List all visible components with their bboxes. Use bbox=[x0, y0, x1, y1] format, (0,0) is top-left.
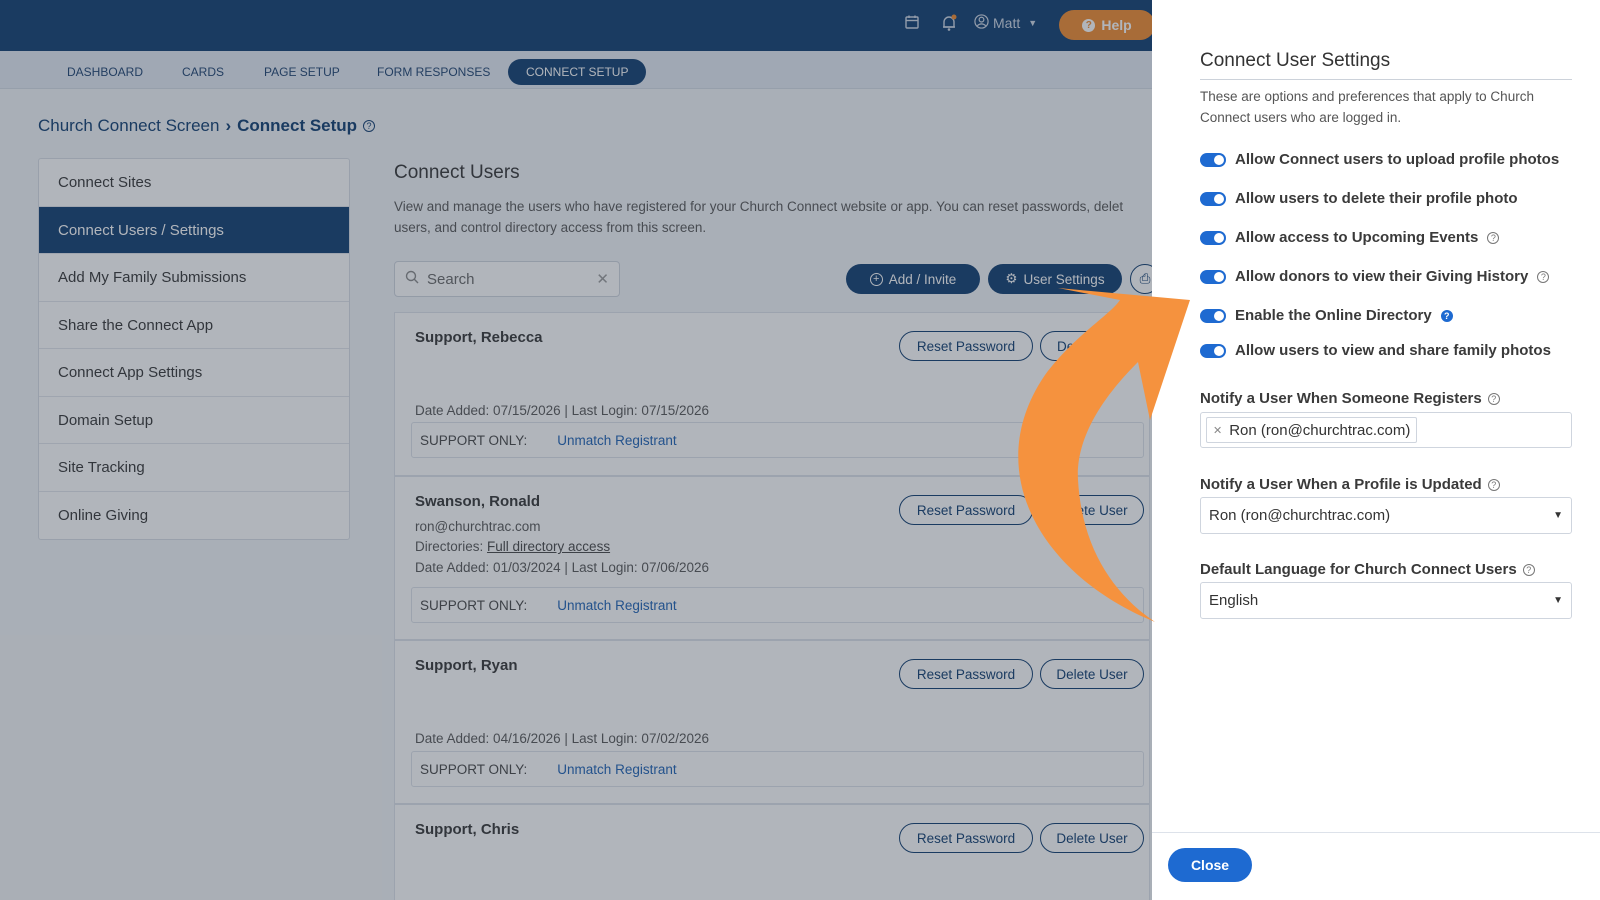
select-value: English bbox=[1209, 592, 1259, 609]
modal-backdrop[interactable] bbox=[0, 0, 1152, 900]
toggle-switch[interactable] bbox=[1200, 343, 1226, 358]
setting-label: Allow users to delete their profile phot… bbox=[1235, 190, 1518, 207]
select-value: Ron (ron@churchtrac.com) bbox=[1209, 507, 1391, 524]
setting-label: Allow donors to view their Giving Histor… bbox=[1235, 268, 1529, 285]
help-circle-icon[interactable]: ? bbox=[1440, 309, 1453, 322]
notify-profile-label: Notify a User When a Profile is Updated … bbox=[1200, 476, 1500, 493]
setting-online-directory[interactable]: Enable the Online Directory ? bbox=[1200, 307, 1453, 324]
notify-profile-select[interactable]: Ron (ron@churchtrac.com) ▼ bbox=[1200, 497, 1572, 534]
help-circle-icon[interactable]: ? bbox=[1537, 270, 1550, 283]
selected-user-tag: ✕ Ron (ron@churchtrac.com) bbox=[1206, 417, 1418, 443]
remove-tag-icon[interactable]: ✕ bbox=[1213, 424, 1222, 437]
setting-giving-history[interactable]: Allow donors to view their Giving Histor… bbox=[1200, 268, 1550, 285]
help-circle-icon[interactable]: ? bbox=[1522, 563, 1535, 576]
caret-down-icon: ▼ bbox=[1553, 595, 1563, 606]
help-circle-icon[interactable]: ? bbox=[1487, 478, 1500, 491]
notify-profile-text: Notify a User When a Profile is Updated bbox=[1200, 476, 1482, 493]
setting-label: Allow users to view and share family pho… bbox=[1235, 342, 1551, 359]
setting-label: Allow Connect users to upload profile ph… bbox=[1235, 151, 1560, 168]
toggle-switch[interactable] bbox=[1200, 152, 1226, 167]
toggle-switch[interactable] bbox=[1200, 230, 1226, 245]
language-label: Default Language for Church Connect User… bbox=[1200, 561, 1535, 578]
setting-upload-profile-photos[interactable]: Allow Connect users to upload profile ph… bbox=[1200, 151, 1559, 168]
notify-register-label: Notify a User When Someone Registers ? bbox=[1200, 390, 1500, 407]
panel-description: These are options and preferences that a… bbox=[1200, 89, 1534, 125]
language-text: Default Language for Church Connect User… bbox=[1200, 561, 1517, 578]
language-select[interactable]: English ▼ bbox=[1200, 582, 1572, 619]
help-circle-icon[interactable]: ? bbox=[1487, 231, 1500, 244]
setting-label: Enable the Online Directory bbox=[1235, 307, 1432, 324]
panel-title: Connect User Settings bbox=[1200, 50, 1572, 80]
setting-delete-profile-photo[interactable]: Allow users to delete their profile phot… bbox=[1200, 190, 1518, 207]
panel-footer-divider bbox=[1152, 832, 1600, 833]
toggle-switch[interactable] bbox=[1200, 269, 1226, 284]
connect-user-settings-panel: Connect User Settings These are options … bbox=[1152, 0, 1600, 900]
close-button[interactable]: Close bbox=[1168, 848, 1252, 882]
setting-upcoming-events[interactable]: Allow access to Upcoming Events ? bbox=[1200, 229, 1500, 246]
caret-down-icon: ▼ bbox=[1553, 510, 1563, 521]
setting-label: Allow access to Upcoming Events bbox=[1235, 229, 1479, 246]
notify-register-field[interactable]: ✕ Ron (ron@churchtrac.com) bbox=[1200, 412, 1572, 448]
help-circle-icon[interactable]: ? bbox=[1487, 392, 1500, 405]
toggle-switch[interactable] bbox=[1200, 191, 1226, 206]
notify-register-text: Notify a User When Someone Registers bbox=[1200, 390, 1482, 407]
setting-family-photos[interactable]: Allow users to view and share family pho… bbox=[1200, 342, 1551, 359]
toggle-switch[interactable] bbox=[1200, 308, 1226, 323]
tag-label: Ron (ron@churchtrac.com) bbox=[1229, 421, 1411, 439]
